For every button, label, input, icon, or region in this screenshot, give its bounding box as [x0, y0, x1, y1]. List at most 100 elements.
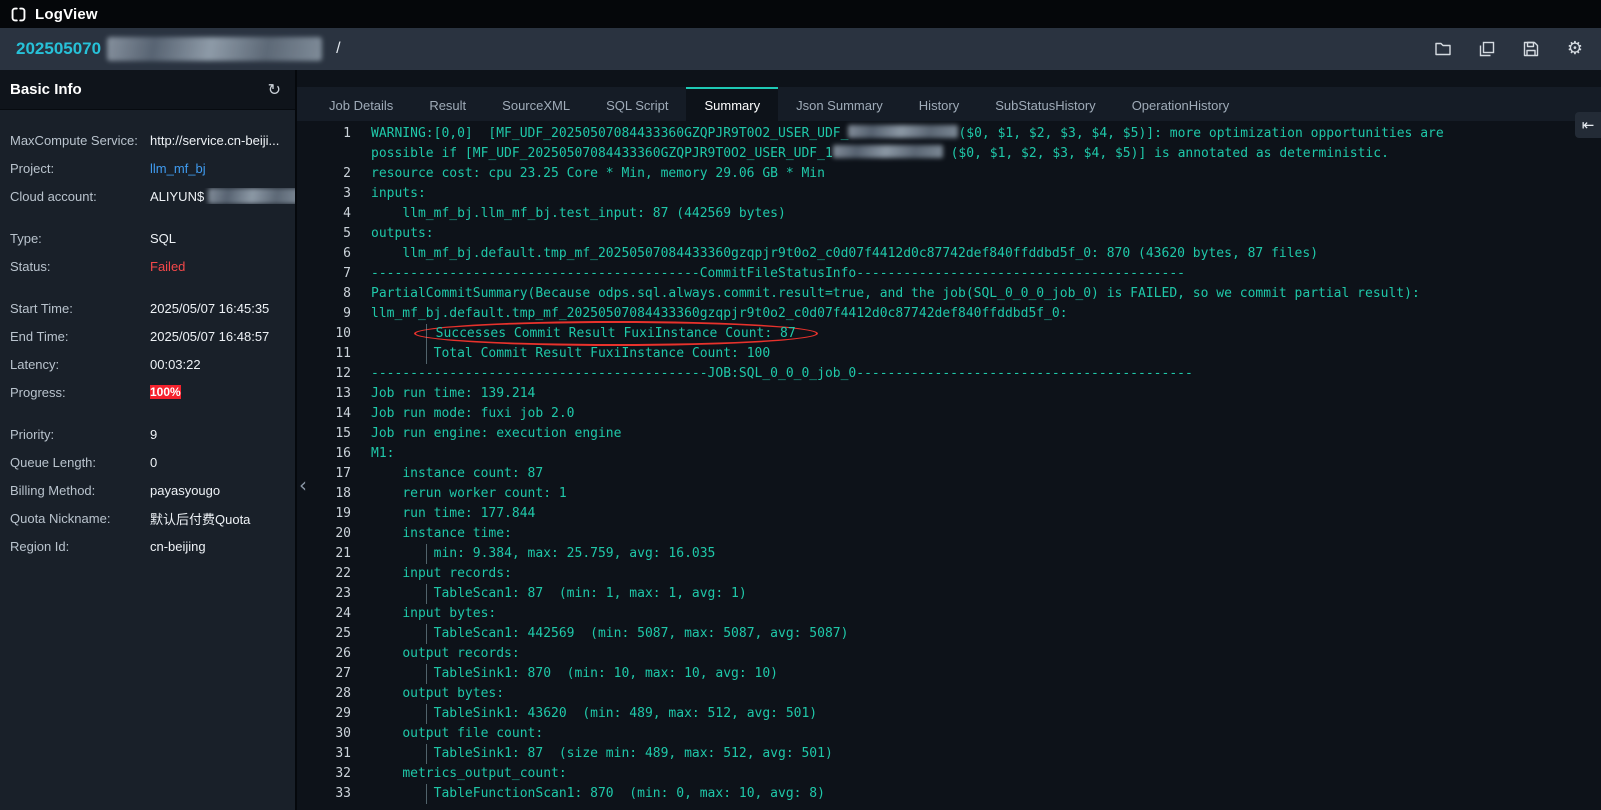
line-text: llm_mf_bj.default.tmp_mf_202505070844333…	[371, 244, 1601, 264]
log-line: 33 TableFunctionScan1: 870 (min: 0, max:…	[297, 784, 1601, 804]
log-line: 6 llm_mf_bj.default.tmp_mf_2025050708443…	[297, 244, 1601, 264]
line-number: 27	[297, 664, 351, 684]
top-bar: LogView	[0, 0, 1601, 28]
log-line: 2resource cost: cpu 23.25 Core * Min, me…	[297, 164, 1601, 184]
info-value: payasyougo	[150, 483, 295, 498]
info-value: 2025/05/07 16:45:35	[150, 301, 295, 316]
line-text: outputs:	[371, 224, 1601, 244]
log-line: 11 Total Commit Result FuxiInstance Coun…	[297, 344, 1601, 364]
tab-summary[interactable]: Summary	[686, 87, 778, 121]
info-value[interactable]: llm_mf_bj	[150, 161, 295, 176]
info-latency: Latency:00:03:22	[0, 350, 295, 378]
line-text: ----------------------------------------…	[371, 364, 1601, 384]
tab-job-details[interactable]: Job Details	[311, 87, 411, 121]
refresh-icon[interactable]: ↻	[268, 82, 281, 98]
info-label: Billing Method:	[10, 483, 150, 498]
folder-icon[interactable]	[1433, 39, 1453, 59]
line-number: 30	[297, 724, 351, 744]
line-text: inputs:	[371, 184, 1601, 204]
line-text: output file count:	[371, 724, 1601, 744]
log-line: 4 llm_mf_bj.llm_mf_bj.test_input: 87 (44…	[297, 204, 1601, 224]
info-region-id: Region Id:cn-beijing	[0, 532, 295, 560]
info-label: Project:	[10, 161, 150, 176]
info-quota-nickname: Quota Nickname:默认后付费Quota	[0, 504, 295, 532]
tab-sourcexml[interactable]: SourceXML	[484, 87, 588, 121]
log-line: 21 min: 9.384, max: 25.759, avg: 16.035	[297, 544, 1601, 564]
line-text: M1:	[371, 444, 1601, 464]
redacted-text	[833, 145, 943, 158]
line-text: Total Commit Result FuxiInstance Count: …	[371, 344, 1601, 364]
line-text: output records:	[371, 644, 1601, 664]
info-queue-length: Queue Length:0	[0, 448, 295, 476]
tab-history[interactable]: History	[901, 87, 977, 121]
line-text: TableSink1: 87 (size min: 489, max: 512,…	[371, 744, 1601, 764]
job-id: 202505070	[16, 39, 101, 59]
log-line: 13Job run time: 139.214	[297, 384, 1601, 404]
line-number: 8	[297, 284, 351, 304]
content-area: Job DetailsResultSourceXMLSQL ScriptSumm…	[297, 70, 1601, 810]
save-icon[interactable]	[1521, 39, 1541, 59]
redacted-value	[208, 188, 295, 204]
line-number: 33	[297, 784, 351, 804]
log-line: 5outputs:	[297, 224, 1601, 244]
info-end-time: End Time:2025/05/07 16:48:57	[0, 322, 295, 350]
tab-substatushistory[interactable]: SubStatusHistory	[977, 87, 1113, 121]
line-text: run time: 177.844	[371, 504, 1601, 524]
log-line: 29 TableSink1: 43620 (min: 489, max: 512…	[297, 704, 1601, 724]
line-number: 15	[297, 424, 351, 444]
info-value: 默认后付费Quota	[150, 509, 295, 528]
info-value: 100%	[150, 383, 295, 401]
line-text: PartialCommitSummary(Because odps.sql.al…	[371, 284, 1601, 304]
log-line: 32 metrics_output_count:	[297, 764, 1601, 784]
line-number: 19	[297, 504, 351, 524]
basic-info-fields: MaxCompute Service:http://service.cn-bei…	[0, 110, 295, 560]
info-billing-method: Billing Method:payasyougo	[0, 476, 295, 504]
line-number: 14	[297, 404, 351, 424]
settings-gear-icon[interactable]: ⚙	[1565, 39, 1585, 59]
log-line: 31 TableSink1: 87 (size min: 489, max: 5…	[297, 744, 1601, 764]
info-maxcompute-service: MaxCompute Service:http://service.cn-bei…	[0, 126, 295, 154]
log-line: 23 TableScan1: 87 (min: 1, max: 1, avg: …	[297, 584, 1601, 604]
info-value: SQL	[150, 231, 295, 246]
basic-info-header: Basic Info ↻	[0, 70, 295, 110]
app-title: LogView	[35, 6, 98, 23]
panel-title: Basic Info	[10, 81, 82, 98]
line-number: 31	[297, 744, 351, 764]
info-type: Type:SQL	[0, 224, 295, 252]
line-text: TableSink1: 870 (min: 10, max: 10, avg: …	[371, 664, 1601, 684]
log-line: 25 TableScan1: 442569 (min: 5087, max: 5…	[297, 624, 1601, 644]
tab-operationhistory[interactable]: OperationHistory	[1114, 87, 1248, 121]
line-number: 29	[297, 704, 351, 724]
line-text: TableFunctionScan1: 870 (min: 0, max: 10…	[371, 784, 1601, 804]
line-text: metrics_output_count:	[371, 764, 1601, 784]
tab-result[interactable]: Result	[411, 87, 484, 121]
info-label: End Time:	[10, 329, 150, 344]
info-value: 0	[150, 455, 295, 470]
tab-sql-script[interactable]: SQL Script	[588, 87, 686, 121]
line-text: WARNING:[0,0] [MF_UDF_20250507084433360G…	[371, 124, 1601, 164]
line-text: Job run time: 139.214	[371, 384, 1601, 404]
sidebar-collapse-handle[interactable]: ‹	[295, 468, 311, 502]
info-progress: Progress:100%	[0, 378, 295, 406]
collapse-panel-icon[interactable]: ⇤	[1575, 112, 1601, 138]
tab-json-summary[interactable]: Json Summary	[778, 87, 901, 121]
info-label: Latency:	[10, 357, 150, 372]
line-number: 32	[297, 764, 351, 784]
info-value: http://service.cn-beiji...	[150, 133, 295, 148]
info-label: Progress:	[10, 385, 150, 400]
line-text: Job run mode: fuxi job 2.0	[371, 404, 1601, 424]
status-badge: Failed	[150, 259, 295, 274]
info-label: Priority:	[10, 427, 150, 442]
line-number: 10	[297, 324, 351, 344]
log-line: 30 output file count:	[297, 724, 1601, 744]
info-value: cn-beijing	[150, 539, 295, 554]
info-label: Queue Length:	[10, 455, 150, 470]
log-line: 26 output records:	[297, 644, 1601, 664]
log-line: 22 input records:	[297, 564, 1601, 584]
line-text: instance time:	[371, 524, 1601, 544]
line-number: 20	[297, 524, 351, 544]
info-label: Start Time:	[10, 301, 150, 316]
line-text: TableScan1: 87 (min: 1, max: 1, avg: 1)	[371, 584, 1601, 604]
window-restore-icon[interactable]	[1477, 39, 1497, 59]
header-actions: ⚙	[1433, 39, 1585, 59]
